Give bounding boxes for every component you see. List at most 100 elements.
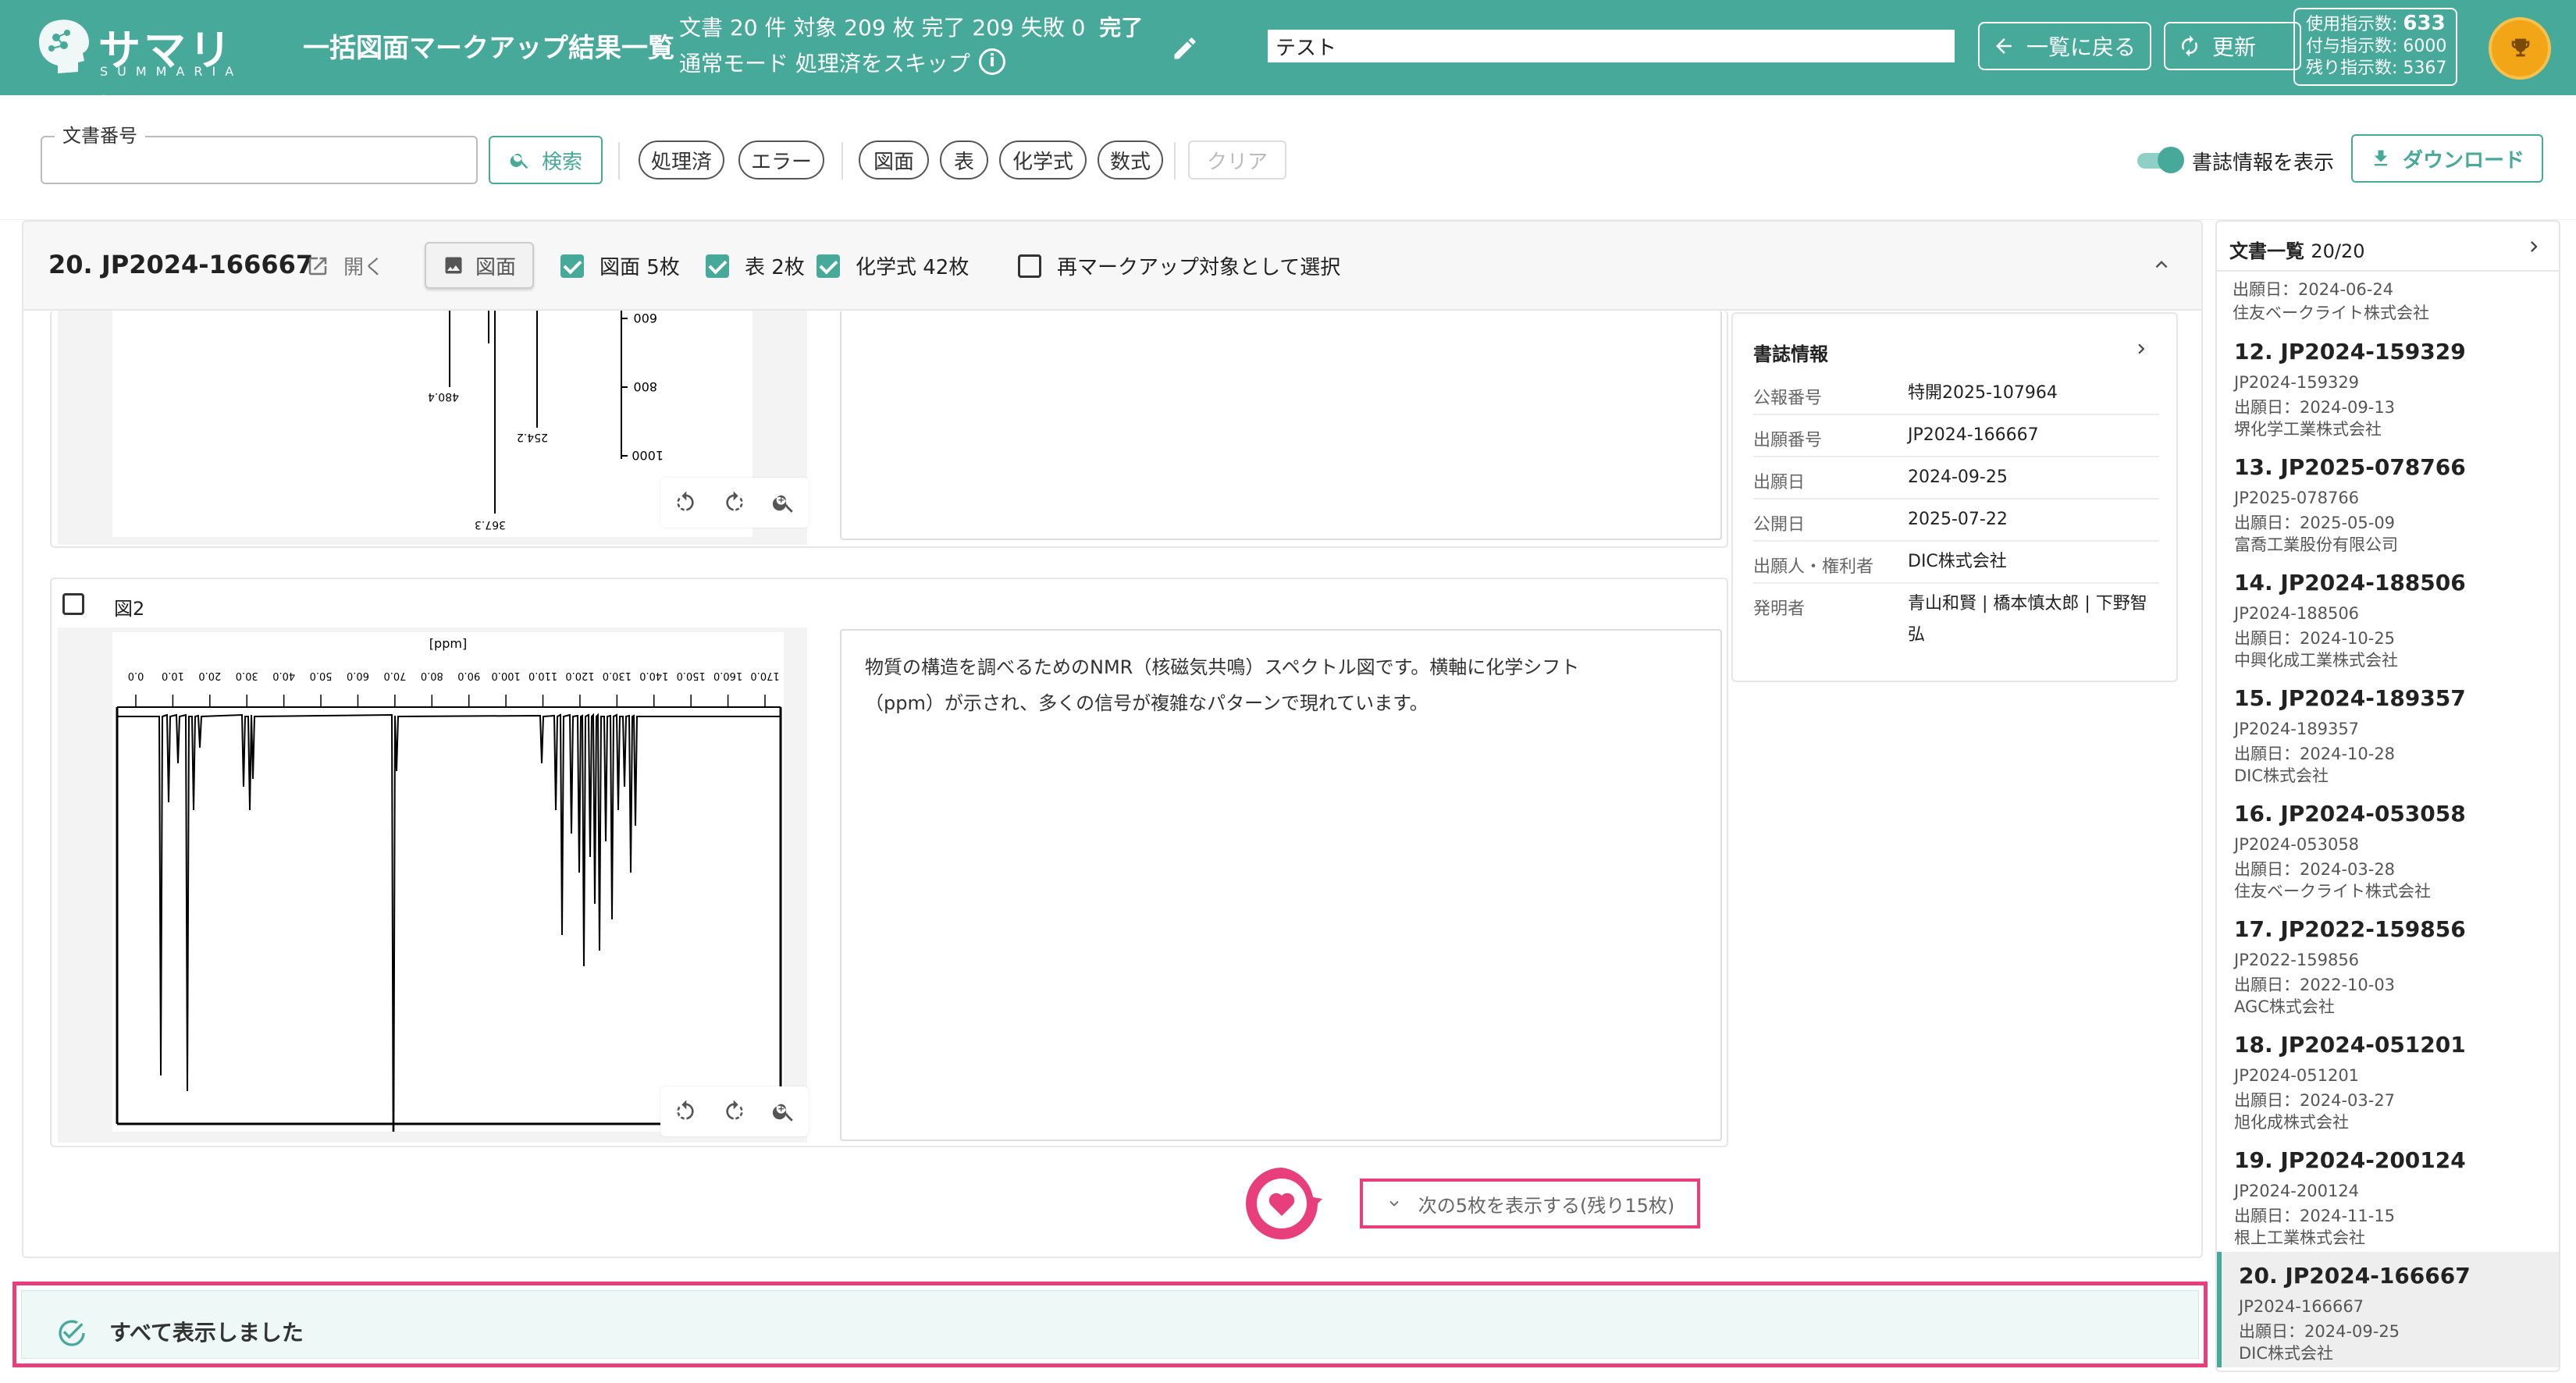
job-mode: 通常モード 処理済をスキップ — [679, 51, 970, 76]
sidebar-item-title: 17. JP2022-159856 — [2234, 916, 2466, 942]
sidebar-item-date: 出願日：2024-11-15 — [2234, 1207, 2396, 1225]
trophy-button[interactable] — [2489, 17, 2551, 80]
heart-icon[interactable] — [1241, 1163, 1322, 1244]
search-button[interactable]: 検索 — [489, 136, 603, 184]
chip-table[interactable]: 表 — [940, 140, 988, 180]
zoom-in-icon[interactable] — [771, 1099, 796, 1124]
bib-row: 発明者 青山和賢 | 橋本慎太郎 | 下野智弘 — [1753, 594, 2147, 645]
checkbox-figures[interactable]: 図面 5枚 — [560, 251, 680, 280]
figure-view-button[interactable]: 図面 — [425, 242, 534, 289]
rotate-right-icon[interactable] — [722, 490, 747, 515]
title-input[interactable] — [1268, 30, 1955, 62]
sidebar-item-title: 15. JP2024-189357 — [2234, 685, 2466, 711]
sidebar-item-title: 19. JP2024-200124 — [2234, 1147, 2466, 1173]
sidebar-item-date: 出願日：2024-09-25 — [2239, 1322, 2400, 1341]
info-icon[interactable]: i — [979, 48, 1005, 75]
check-circle-icon — [59, 1320, 85, 1346]
all-shown-banner: すべて表示しました — [12, 1282, 2208, 1367]
figure-image-2[interactable]: [ppm] 0.0 10.0 20.0 30.0 40.0 50.0 60.0 70.0 80.… — [58, 628, 809, 1143]
chip-figure[interactable]: 図面 — [859, 140, 929, 180]
image-tools — [660, 1086, 809, 1136]
sidebar-item-company: DIC株式会社 — [2234, 766, 2329, 785]
chip-formula[interactable]: 数式 — [1098, 140, 1163, 180]
sidebar-item-company: DIC株式会社 — [2239, 1344, 2334, 1363]
filter-bar: 文書番号 検索 処理済 エラー 図面 表 化学式 数式 クリア 書誌情報を表示 … — [0, 95, 2576, 220]
sidebar-item-date: 出願日：2024-10-25 — [2234, 629, 2396, 648]
sidebar-item-number: JP2024-166667 — [2239, 1297, 2364, 1316]
job-stats: 文書 20 件 対象 209 枚 完了 209 失敗 0 完了 — [679, 15, 1144, 41]
rotate-right-icon[interactable] — [722, 1099, 747, 1124]
sidebar-item-date: 出願日：2025-05-09 — [2234, 514, 2396, 532]
tick-label: 150.0 — [677, 670, 706, 681]
sidebar-item-number: JP2024-051201 — [2234, 1066, 2360, 1085]
chevron-right-icon[interactable] — [2523, 236, 2545, 258]
chevron-down-icon — [1389, 1200, 1399, 1207]
figure-block-1: 600 800 1000 480.4 254.2 367.3 — [50, 311, 1728, 548]
tick-label: 0.0 — [128, 670, 144, 681]
sidebar-item-number: JP2024-159329 — [2234, 373, 2360, 392]
sidebar-item-company: AGC株式会社 — [2234, 997, 2335, 1016]
refresh-icon — [2182, 35, 2197, 57]
document-title: 20. JP2024-166667 — [48, 250, 314, 279]
sidebar-item[interactable]: 19. JP2024-200124 JP2024-200124 出願日：2024-1… — [2217, 1136, 2559, 1252]
document-list-sidebar: 文書一覧 20/20 出願日：2024-06-24 住友ベークライト株式会社 1… — [2215, 220, 2560, 1372]
tick-label: 110.0 — [528, 670, 557, 681]
chip-chemical[interactable]: 化学式 — [999, 140, 1087, 180]
sidebar-item-title: 18. JP2024-051201 — [2234, 1032, 2466, 1058]
pencil-icon[interactable] — [1171, 34, 1199, 62]
tick-label: 20.0 — [198, 670, 221, 681]
sidebar-item-number: JP2024-188506 — [2234, 604, 2360, 623]
sidebar-item[interactable]: 20. JP2024-166667 JP2024-166667 出願日：2024-0… — [2217, 1252, 2559, 1367]
zoom-in-icon[interactable] — [771, 490, 796, 515]
figure-image-1[interactable]: 600 800 1000 480.4 254.2 367.3 — [58, 311, 809, 545]
sidebar-item-company: 根上工業株式会社 — [2234, 1228, 2365, 1247]
back-to-list-button[interactable]: 一覧に戻る — [1978, 22, 2151, 70]
sidebar-item[interactable]: 16. JP2024-053058 JP2024-053058 出願日：2024-0… — [2217, 790, 2559, 905]
chip-error[interactable]: エラー — [738, 140, 824, 180]
chevron-right-icon[interactable] — [2131, 339, 2151, 359]
checkbox-tables[interactable]: 表 2枚 — [706, 251, 805, 280]
tick-label: 120.0 — [565, 670, 594, 681]
tick-label: 170.0 — [750, 670, 779, 681]
sidebar-item[interactable]: 14. JP2024-188506 JP2024-188506 出願日：2024-1… — [2217, 559, 2559, 674]
figure-description-text: 物質の構造を調べるためのNMR（核磁気共鳴）スペクトル図です。横軸に化学シフト（… — [865, 656, 1580, 714]
show-more-button[interactable]: 次の5枚を表示する(残り15枚) — [1360, 1179, 1700, 1228]
bib-toggle[interactable] — [2136, 147, 2184, 173]
tick-label: 800 — [633, 379, 657, 394]
sidebar-item[interactable]: 17. JP2022-159856 JP2022-159856 出願日：2022-1… — [2217, 905, 2559, 1021]
axis-title: [ppm] — [429, 636, 467, 651]
checkbox-chemical[interactable]: 化学式 42枚 — [817, 251, 969, 280]
checkbox-remarkup[interactable]: 再マークアップ対象として選択 — [1018, 251, 1340, 280]
list-item-partial[interactable]: 出願日：2024-06-24 住友ベークライト株式会社 — [2233, 278, 2429, 325]
figure-description-1[interactable] — [840, 311, 1722, 540]
logo-subtext: SUMMARIA — [100, 64, 244, 79]
sidebar-item-number: JP2022-159856 — [2234, 951, 2360, 969]
doc-number-label: 文書番号 — [55, 120, 145, 148]
rotate-left-icon[interactable] — [673, 1099, 698, 1124]
sidebar-item-company: 堺化学工業株式会社 — [2234, 420, 2382, 439]
figure-2-checkbox[interactable] — [62, 593, 84, 615]
usage-panel: 使用指示数: 633 付与指示数: 6000 残り指示数: 5367 — [2293, 8, 2457, 86]
all-shown-text: すべて表示しました — [109, 1320, 304, 1346]
download-button[interactable]: ダウンロード — [2351, 134, 2543, 183]
chevron-up-icon[interactable] — [2150, 253, 2173, 276]
clear-button[interactable]: クリア — [1188, 140, 1286, 180]
sidebar-item[interactable]: 12. JP2024-159329 JP2024-159329 出願日：2024-0… — [2217, 328, 2559, 443]
document-card: 20. JP2024-166667 開く 図面 図面 5枚 表 2枚 化学式 4… — [22, 220, 2203, 1258]
figure-description-2[interactable]: 物質の構造を調べるためのNMR（核磁気共鳴）スペクトル図です。横軸に化学シフト（… — [840, 629, 1722, 1141]
logo-head-icon — [39, 20, 89, 73]
open-link[interactable]: 開く — [306, 251, 384, 280]
divider — [1174, 142, 1176, 180]
rotate-left-icon[interactable] — [673, 490, 698, 515]
sidebar-item-date: 出願日：2024-03-28 — [2234, 860, 2396, 879]
job-status: 完了 — [1099, 15, 1144, 41]
app-logo[interactable]: サマリア SUMMARIA — [34, 14, 261, 137]
refresh-button[interactable]: 更新 — [2164, 22, 2301, 70]
chip-processed[interactable]: 処理済 — [639, 140, 724, 180]
sidebar-item[interactable]: 15. JP2024-189357 JP2024-189357 出願日：2024-1… — [2217, 674, 2559, 790]
bib-row: 出願人・権利者 DIC株式会社 — [1753, 542, 2159, 584]
sidebar-item[interactable]: 18. JP2024-051201 JP2024-051201 出願日：2024-0… — [2217, 1021, 2559, 1136]
sidebar-header: 文書一覧 20/20 — [2217, 222, 2559, 272]
sidebar-title: 文書一覧 20/20 — [2229, 240, 2365, 262]
sidebar-item[interactable]: 13. JP2025-078766 JP2025-078766 出願日：2025-0… — [2217, 443, 2559, 559]
